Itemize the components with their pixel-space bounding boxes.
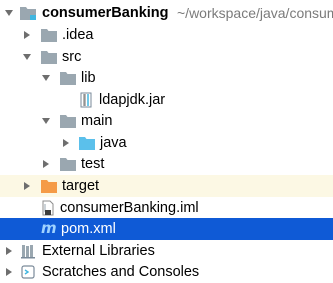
project-name: consumerBanking [42,5,169,21]
tree-row-ldapjdk-jar[interactable]: ldapjdk.jar [0,89,333,111]
jar-file-icon [79,92,93,108]
folder-icon [59,113,77,129]
collapsed-arrow-icon[interactable] [40,153,52,175]
expanded-arrow-icon[interactable] [40,110,52,132]
folder-icon [40,27,58,43]
tree-row-test[interactable]: test [0,153,333,175]
folder-label: test [81,156,105,172]
tree-row-java[interactable]: java [0,132,333,154]
excluded-folder-icon [40,178,58,194]
project-tree: consumerBanking ~/workspace/java/consume… [0,0,333,280]
module-folder-icon [19,5,37,21]
tree-row-idea[interactable]: .idea [0,24,333,46]
folder-label: lib [81,70,96,86]
tree-row-external-libraries[interactable]: External Libraries [0,240,333,262]
iml-file-icon [40,200,56,216]
folder-icon [59,156,77,172]
tree-row-src[interactable]: src [0,46,333,68]
folder-icon [59,70,77,86]
tree-row-consumerbanking[interactable]: consumerBanking ~/workspace/java/consume… [0,2,333,24]
folder-icon [40,49,58,65]
folder-label: target [62,178,100,194]
expanded-arrow-icon[interactable] [3,2,15,24]
tree-row-scratches-and-consoles[interactable]: Scratches and Consoles [0,261,333,283]
collapsed-arrow-icon[interactable] [3,261,15,283]
tree-row-main[interactable]: main [0,110,333,132]
folder-label: java [100,135,127,151]
collapsed-arrow-icon[interactable] [3,240,15,262]
file-label: ldapjdk.jar [99,92,166,108]
tree-label: Scratches and Consoles [42,264,200,280]
file-label: consumerBanking.iml [60,200,199,216]
tree-row-lib[interactable]: lib [0,67,333,89]
folder-label: main [81,113,113,129]
maven-file-icon: m [40,219,58,237]
folder-label: src [62,49,82,65]
folder-label: .idea [62,27,94,43]
svg-text:m: m [41,219,57,237]
collapsed-arrow-icon[interactable] [21,24,33,46]
project-path: ~/workspace/java/consumer [177,5,333,21]
expanded-arrow-icon[interactable] [21,46,33,68]
tree-row-pom-xml[interactable]: m pom.xml [0,218,333,240]
file-label: pom.xml [61,221,116,237]
tree-row-consumerbanking-iml[interactable]: consumerBanking.iml [0,197,333,219]
tree-label: External Libraries [42,243,155,259]
libraries-icon [20,243,38,259]
source-folder-icon [78,135,96,151]
tree-row-target[interactable]: target [0,175,333,197]
expanded-arrow-icon[interactable] [40,67,52,89]
collapsed-arrow-icon[interactable] [60,132,72,154]
collapsed-arrow-icon[interactable] [21,175,33,197]
